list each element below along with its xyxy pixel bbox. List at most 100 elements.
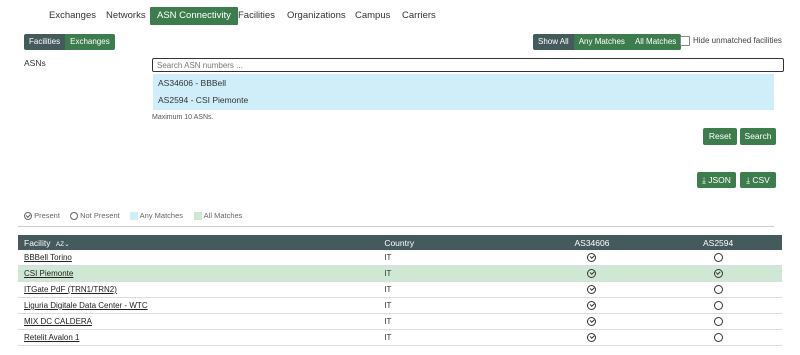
any-matches-button[interactable]: Any Matches	[573, 34, 630, 50]
empty-circle-icon	[713, 285, 723, 295]
as34606-presence-cell	[529, 250, 655, 266]
exchanges-toggle-button[interactable]: Exchanges	[65, 34, 115, 50]
download-icon: ⤓	[702, 175, 706, 185]
facility-cell: BBBell Torino	[18, 250, 379, 266]
tab-networks[interactable]: Networks	[106, 7, 146, 25]
export-json-label: JSON	[708, 175, 731, 185]
asns-label: ASNs	[24, 58, 46, 68]
as34606-presence-cell	[529, 265, 655, 282]
sort-az-icon-label: AZ	[55, 240, 65, 248]
check-circle-icon	[587, 269, 597, 279]
facility-link[interactable]: Liguria Digitale Data Center - WTC	[24, 301, 148, 310]
table-row: Retelit Avalon 1 IT	[18, 329, 782, 346]
results-table: Facility AZ⌄ Country AS34606 AS2594 BBBe…	[18, 235, 782, 346]
table-row: MIX DC CALDERA IT	[18, 313, 782, 330]
as2594-presence-cell	[654, 265, 782, 282]
all-matches-swatch	[194, 212, 202, 221]
legend-all-matches-label: All Matches	[203, 211, 243, 220]
as2594-presence-cell	[654, 250, 782, 266]
table-row: Liguria Digitale Data Center - WTC IT	[18, 297, 782, 314]
legend-any-matches-label: Any Matches	[139, 211, 184, 220]
tab-organizations[interactable]: Organizations	[287, 7, 346, 25]
facility-cell: Liguria Digitale Data Center - WTC	[18, 297, 379, 314]
facility-link[interactable]: CSI Piemonte	[24, 269, 73, 278]
tab-facilities[interactable]: Facilities	[238, 7, 275, 25]
facility-link[interactable]: BBBell Torino	[24, 253, 72, 262]
country-cell: IT	[378, 281, 530, 298]
check-circle-icon	[713, 269, 723, 279]
export-csv-button[interactable]: ⤓ CSV	[740, 172, 776, 188]
legend-all-matches: All Matches	[194, 211, 243, 221]
facilities-toggle-button[interactable]: Facilities	[24, 34, 66, 50]
selected-asn-item[interactable]: AS2594 - CSI Piemonte	[158, 95, 248, 105]
as34606-column-header: AS34606	[529, 235, 655, 250]
as2594-presence-cell	[654, 281, 782, 298]
as34606-presence-cell	[529, 313, 655, 330]
facility-link[interactable]: MIX DC CALDERA	[24, 317, 92, 326]
asn-max-hint: Maximum 10 ASNs.	[152, 114, 214, 121]
tab-exchanges[interactable]: Exchanges	[49, 7, 96, 25]
as34606-presence-cell	[529, 297, 655, 314]
table-header-row: Facility AZ⌄ Country AS34606 AS2594	[18, 235, 782, 250]
check-circle-icon	[587, 285, 597, 295]
tab-asn-connectivity[interactable]: ASN Connectivity	[150, 7, 238, 25]
legend-not-present-label: Not Present	[80, 211, 120, 220]
legend-any-matches: Any Matches	[130, 211, 184, 221]
empty-circle-icon	[713, 301, 723, 311]
reset-button[interactable]: Reset	[703, 128, 737, 145]
legend-present-label: Present	[34, 211, 60, 220]
divider	[18, 226, 774, 227]
mode-toggle: Facilities Exchanges	[24, 34, 115, 50]
download-icon: ⤓	[746, 175, 750, 185]
legend-present: Present	[24, 211, 60, 221]
as2594-column-header: AS2594	[654, 235, 782, 250]
country-cell: IT	[378, 297, 530, 314]
country-column-header: Country	[378, 235, 530, 250]
country-cell: IT	[378, 250, 530, 266]
selected-asn-list: AS34606 - BBBell AS2594 - CSI Piemonte	[153, 74, 774, 110]
facility-cell: Retelit Avalon 1	[18, 329, 379, 346]
check-circle-icon	[587, 317, 597, 327]
check-circle-icon	[587, 301, 597, 311]
country-cell: IT	[378, 329, 530, 346]
table-row: ITGate PdF (TRN1/TRN2) IT	[18, 281, 782, 298]
selected-asn-item[interactable]: AS34606 - BBBell	[158, 78, 226, 88]
hide-unmatched-label: Hide unmatched facilities	[693, 36, 782, 45]
as34606-presence-cell	[529, 281, 655, 298]
show-all-button[interactable]: Show All	[533, 34, 574, 50]
table-row: CSI Piemonte IT	[18, 265, 782, 282]
as2594-presence-cell	[654, 329, 782, 346]
empty-circle-icon	[70, 212, 78, 221]
check-circle-icon	[587, 333, 597, 343]
match-filter: Show All Any Matches All Matches	[533, 34, 682, 50]
export-json-button[interactable]: ⤓ JSON	[697, 172, 736, 188]
facility-link[interactable]: Retelit Avalon 1	[24, 333, 79, 342]
country-cell: IT	[378, 313, 530, 330]
empty-circle-icon	[713, 317, 723, 327]
asn-search-input[interactable]	[152, 58, 784, 72]
table-row: BBBell Torino IT	[18, 250, 782, 266]
as2594-presence-cell	[654, 313, 782, 330]
export-csv-label: CSV	[752, 175, 770, 185]
hide-unmatched-checkbox[interactable]	[680, 36, 690, 46]
legend-not-present: Not Present	[70, 211, 120, 221]
facility-cell: CSI Piemonte	[18, 265, 379, 282]
all-matches-button[interactable]: All Matches	[629, 34, 682, 50]
as2594-presence-cell	[654, 297, 782, 314]
empty-circle-icon	[713, 333, 723, 343]
tab-campus[interactable]: Campus	[355, 7, 390, 25]
search-button[interactable]: Search	[740, 128, 776, 145]
facility-cell: MIX DC CALDERA	[18, 313, 379, 330]
facility-column-header[interactable]: Facility AZ⌄	[18, 235, 379, 250]
as34606-presence-cell	[529, 329, 655, 346]
empty-circle-icon	[713, 253, 723, 263]
check-circle-icon	[587, 253, 597, 263]
sort-az-icon[interactable]: AZ⌄	[56, 241, 70, 248]
any-matches-swatch	[130, 212, 138, 221]
country-cell: IT	[378, 265, 530, 282]
facility-link[interactable]: ITGate PdF (TRN1/TRN2)	[24, 285, 117, 294]
tab-carriers[interactable]: Carriers	[402, 7, 436, 25]
check-circle-icon	[24, 212, 32, 221]
facility-cell: ITGate PdF (TRN1/TRN2)	[18, 281, 379, 298]
facility-column-label: Facility	[24, 237, 51, 248]
